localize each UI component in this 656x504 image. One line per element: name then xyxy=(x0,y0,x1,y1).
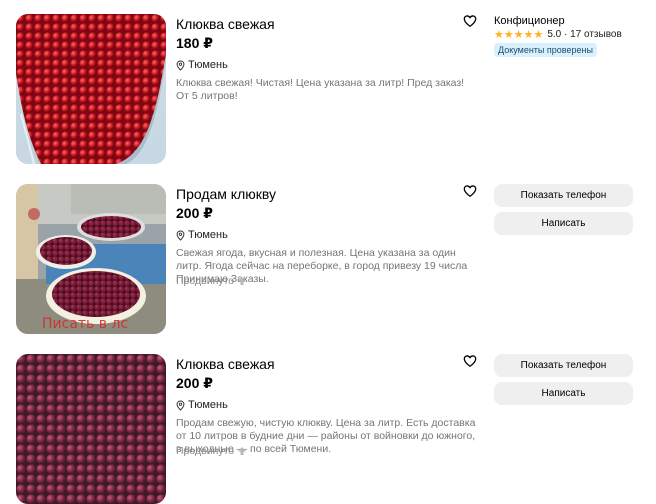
cranberry-photo-image xyxy=(16,14,166,164)
rating-text[interactable]: 5.0 · 17 отзывов xyxy=(547,29,621,40)
show-phone-button[interactable]: Показать телефон xyxy=(494,184,633,207)
listing-title[interactable]: Клюква свежая xyxy=(176,356,275,372)
promoted-text: Продвинуто xyxy=(176,445,235,457)
listing-title[interactable]: Клюква свежая xyxy=(176,16,275,32)
location-text: Тюмень xyxy=(188,59,228,71)
listing-price: 180 ₽ xyxy=(176,35,213,51)
listing-description: Клюква свежая! Чистая! Цена указана за л… xyxy=(176,77,465,102)
show-phone-button[interactable]: Показать телефон xyxy=(494,354,633,377)
seller-name[interactable]: Конфиционер xyxy=(494,15,565,27)
arrow-up-icon xyxy=(238,277,247,285)
listing-location: Тюмень xyxy=(176,399,228,411)
favorite-button[interactable] xyxy=(463,354,477,368)
cranberry-closeup-image xyxy=(16,354,166,504)
favorite-button[interactable] xyxy=(463,184,477,198)
star-icon: ★★★★★ xyxy=(494,29,544,41)
arrow-up-icon xyxy=(238,447,247,455)
listing-photo[interactable]: Писать в лс xyxy=(16,184,166,334)
write-message-button[interactable]: Написать xyxy=(494,212,633,235)
listing-photo[interactable] xyxy=(16,354,166,504)
listing-title[interactable]: Продам клюкву xyxy=(176,186,276,202)
location-text: Тюмень xyxy=(188,399,228,411)
location-pin-icon xyxy=(176,230,185,241)
listing-location: Тюмень xyxy=(176,59,228,71)
listing-location: Тюмень xyxy=(176,229,228,241)
photo-watermark: Писать в лс xyxy=(42,316,128,332)
listing-price: 200 ₽ xyxy=(176,375,213,391)
heart-outline-icon xyxy=(463,355,477,368)
documents-verified-badge: Документы проверены xyxy=(494,43,597,57)
promoted-label: Продвинуто xyxy=(176,275,247,287)
heart-outline-icon xyxy=(463,185,477,198)
location-text: Тюмень xyxy=(188,229,228,241)
write-message-button[interactable]: Написать xyxy=(494,382,633,405)
location-pin-icon xyxy=(176,60,185,71)
cranberry-pots-image: Писать в лс xyxy=(16,184,166,334)
location-pin-icon xyxy=(176,400,185,411)
listing-price: 200 ₽ xyxy=(176,205,213,221)
favorite-button[interactable] xyxy=(463,14,477,28)
seller-rating: ★★★★★ 5.0 · 17 отзывов xyxy=(494,28,622,41)
promoted-label: Продвинуто xyxy=(176,445,247,457)
heart-outline-icon xyxy=(463,15,477,28)
promoted-text: Продвинуто xyxy=(176,275,235,287)
listing-photo[interactable] xyxy=(16,14,166,164)
